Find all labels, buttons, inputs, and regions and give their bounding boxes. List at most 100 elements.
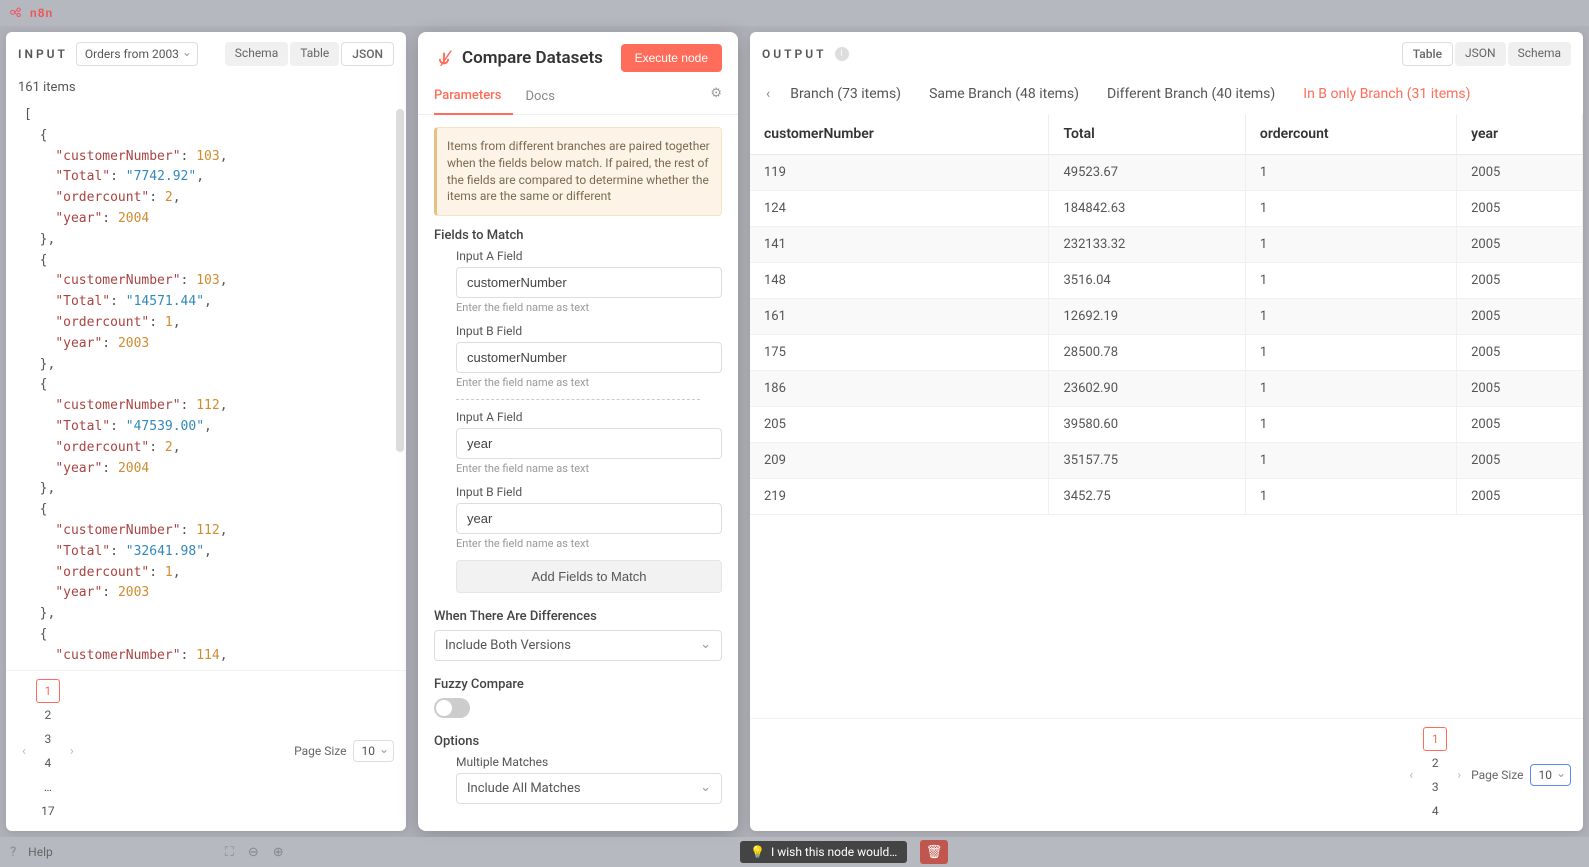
field-help: Enter the field name as text: [456, 376, 722, 389]
prev-page-icon[interactable]: ‹: [18, 744, 30, 759]
table-row[interactable]: 16112692.1912005: [750, 299, 1583, 335]
execute-button[interactable]: Execute node: [621, 44, 722, 72]
input-view-tabs: SchemaTableJSON: [225, 42, 394, 66]
table-cell: 1: [1245, 479, 1456, 515]
page-…[interactable]: …: [36, 775, 60, 799]
view-tab-json[interactable]: JSON: [1455, 42, 1506, 66]
fields-to-match-label: Fields to Match: [434, 228, 722, 243]
wish-box[interactable]: 💡 I wish this node would…: [740, 841, 907, 863]
column-header[interactable]: ordercount: [1245, 114, 1456, 155]
zoom-out-icon[interactable]: ⊖: [248, 845, 259, 860]
table-row[interactable]: 17528500.7812005: [750, 335, 1583, 371]
input-title: INPUT: [18, 47, 68, 61]
prev-page-icon[interactable]: ‹: [1405, 768, 1417, 783]
table-cell: 1: [1245, 371, 1456, 407]
input-a-label: Input A Field: [456, 249, 722, 263]
table-row[interactable]: 1483516.0412005: [750, 263, 1583, 299]
page-1[interactable]: 1: [36, 679, 60, 703]
view-tab-schema[interactable]: Schema: [225, 42, 288, 66]
info-icon[interactable]: i: [835, 47, 849, 61]
options-label: Options: [434, 734, 722, 749]
n8n-icon: [10, 7, 26, 19]
column-header[interactable]: Total: [1049, 114, 1245, 155]
gear-icon[interactable]: ⚙: [710, 86, 722, 109]
output-title: OUTPUT: [762, 47, 827, 61]
table-cell: 1: [1245, 191, 1456, 227]
input-a-field[interactable]: [456, 267, 722, 298]
page-3[interactable]: 3: [1423, 775, 1447, 799]
output-table-wrapper: customerNumberTotalordercountyear 119495…: [750, 114, 1583, 718]
next-page-icon[interactable]: ›: [1453, 768, 1465, 783]
tab-parameters[interactable]: Parameters: [434, 80, 513, 115]
back-icon[interactable]: ‹: [766, 86, 770, 102]
table-cell: 119: [750, 155, 1049, 191]
input-b-field[interactable]: [456, 342, 722, 373]
delete-button[interactable]: 🗑: [920, 840, 948, 864]
table-cell: 2005: [1457, 191, 1583, 227]
app-logo: n8n: [10, 6, 53, 20]
page-17[interactable]: 17: [36, 799, 60, 823]
input-source-select[interactable]: Orders from 2003: [76, 42, 198, 66]
page-2[interactable]: 2: [36, 703, 60, 727]
table-row[interactable]: 124184842.6312005: [750, 191, 1583, 227]
branch-tab[interactable]: Different Branch (40 items): [1107, 86, 1275, 102]
table-cell: 49523.67: [1049, 155, 1245, 191]
column-header[interactable]: year: [1457, 114, 1583, 155]
branch-tab[interactable]: In B only Branch (31 items): [1303, 86, 1470, 102]
table-cell: 2005: [1457, 155, 1583, 191]
input-json-view[interactable]: [ { customerNumber: 103, Total: "7742.92…: [6, 99, 406, 670]
table-cell: 1: [1245, 155, 1456, 191]
page-3[interactable]: 3: [36, 727, 60, 751]
node-body: Items from different branches are paired…: [418, 115, 738, 831]
table-cell: 2005: [1457, 227, 1583, 263]
output-panel: OUTPUT i TableJSONSchema ‹ Branch (73 it…: [750, 32, 1583, 831]
field-help: Enter the field name as text: [456, 462, 722, 475]
multi-matches-select[interactable]: Include All Matches: [456, 773, 722, 804]
output-pagination: ‹ 1234 › Page Size 10: [750, 718, 1583, 831]
table-row[interactable]: 20935157.7512005: [750, 443, 1583, 479]
page-size-select[interactable]: 10: [1530, 764, 1572, 786]
multi-matches-label: Multiple Matches: [456, 755, 722, 769]
branch-tab[interactable]: Same Branch (48 items): [929, 86, 1079, 102]
table-cell: 1: [1245, 227, 1456, 263]
table-row[interactable]: 11949523.6712005: [750, 155, 1583, 191]
table-cell: 2005: [1457, 263, 1583, 299]
table-cell: 3452.75: [1049, 479, 1245, 515]
column-header[interactable]: customerNumber: [750, 114, 1049, 155]
help-label[interactable]: Help: [28, 845, 53, 859]
table-row[interactable]: 18623602.9012005: [750, 371, 1583, 407]
table-cell: 232133.32: [1049, 227, 1245, 263]
view-tab-table[interactable]: Table: [1402, 42, 1453, 66]
table-row[interactable]: 2193452.7512005: [750, 479, 1583, 515]
view-tab-json[interactable]: JSON: [341, 42, 394, 66]
fuzzy-toggle[interactable]: [434, 698, 470, 718]
table-row[interactable]: 20539580.6012005: [750, 407, 1583, 443]
input-b-field[interactable]: [456, 503, 722, 534]
fuzzy-label: Fuzzy Compare: [434, 677, 722, 692]
view-tab-schema[interactable]: Schema: [1508, 42, 1571, 66]
diff-select[interactable]: Include Both Versions: [434, 630, 722, 661]
add-fields-button[interactable]: Add Fields to Match: [456, 560, 722, 593]
table-row[interactable]: 141232133.3212005: [750, 227, 1583, 263]
page-4[interactable]: 4: [36, 751, 60, 775]
table-cell: 141: [750, 227, 1049, 263]
view-tab-table[interactable]: Table: [290, 42, 339, 66]
zoom-in-icon[interactable]: ⊕: [273, 845, 284, 860]
page-size-select[interactable]: 10: [353, 740, 395, 762]
page-1[interactable]: 1: [1423, 727, 1447, 751]
wish-text: I wish this node would…: [771, 845, 897, 859]
branch-tab[interactable]: Branch (73 items): [790, 86, 901, 102]
table-cell: 2005: [1457, 443, 1583, 479]
fullscreen-icon[interactable]: ⛶: [225, 845, 234, 860]
scrollbar[interactable]: [396, 109, 404, 452]
input-b-label: Input B Field: [456, 324, 722, 338]
node-settings-panel: ⫝̸ Compare Datasets Execute node Paramet…: [418, 32, 738, 831]
page-4[interactable]: 4: [1423, 799, 1447, 823]
help-icon[interactable]: ?: [10, 845, 16, 860]
page-2[interactable]: 2: [1423, 751, 1447, 775]
table-cell: 12692.19: [1049, 299, 1245, 335]
input-a-field[interactable]: [456, 428, 722, 459]
next-page-icon[interactable]: ›: [66, 744, 78, 759]
table-cell: 3516.04: [1049, 263, 1245, 299]
tab-docs[interactable]: Docs: [525, 81, 566, 114]
